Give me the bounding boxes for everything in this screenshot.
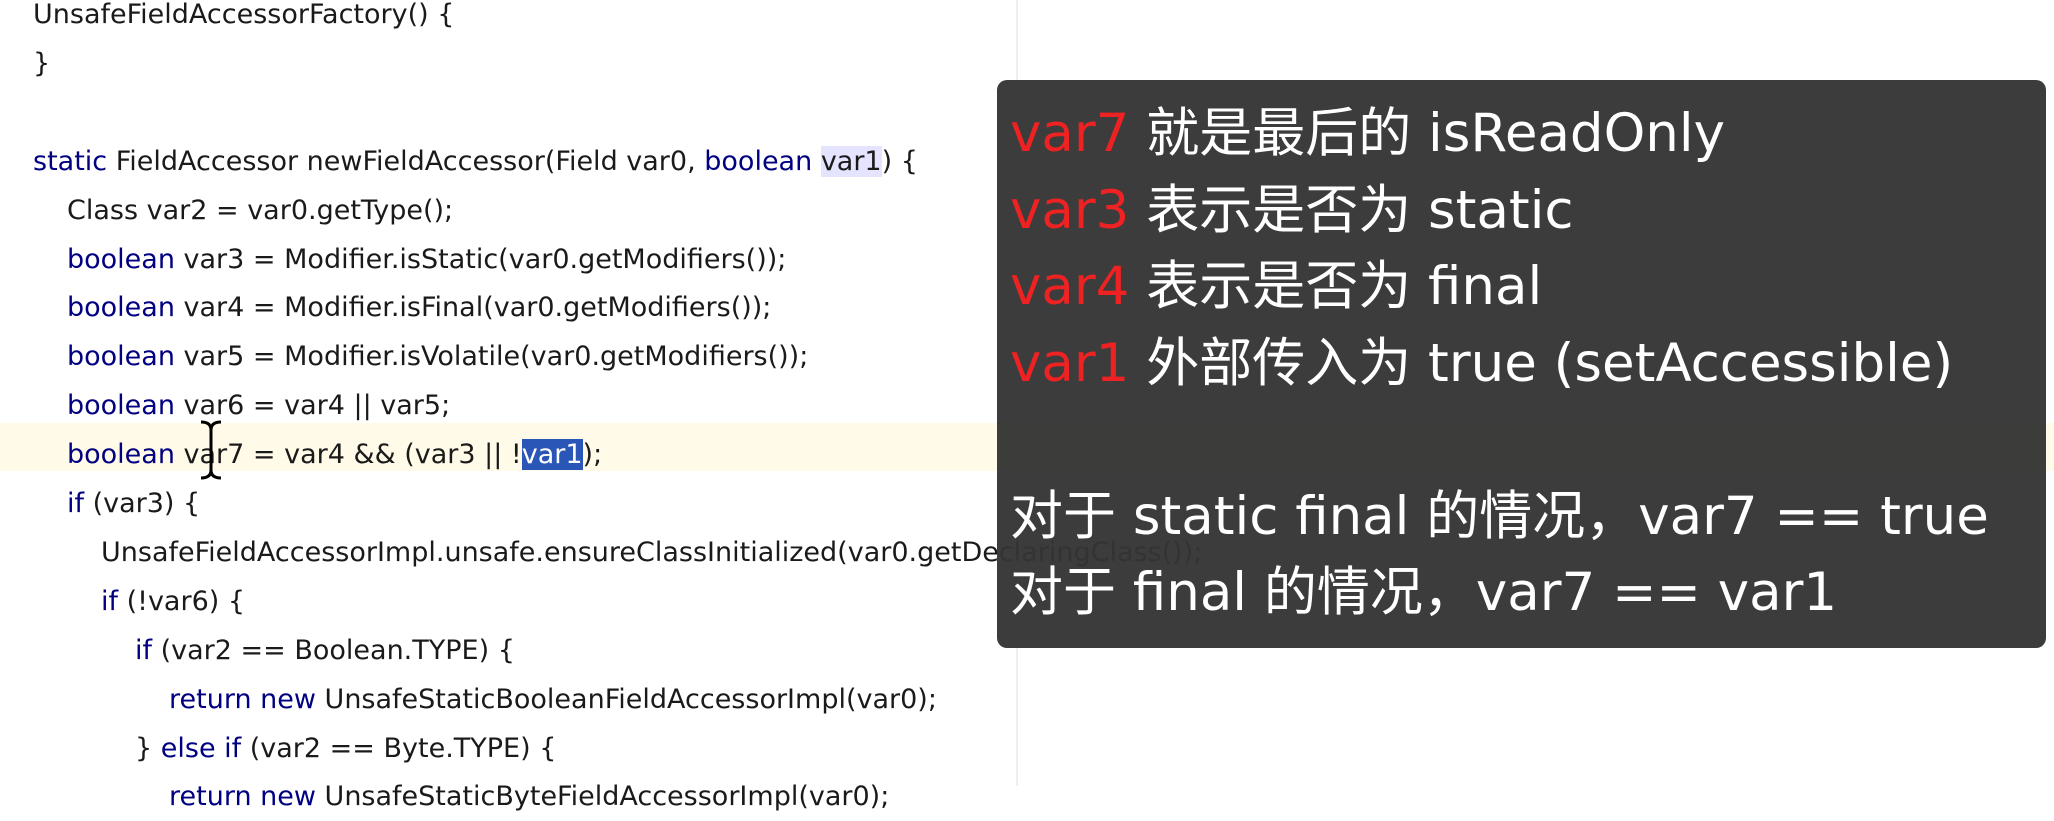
code-line: if (var3) {: [67, 480, 200, 528]
code-token: }: [135, 732, 161, 764]
code-line: boolean var3 = Modifier.isStatic(var0.ge…: [67, 236, 786, 284]
keyword-token: boolean: [67, 292, 175, 324]
code-token: UnsafeFieldAccessorFactory() {: [33, 0, 455, 30]
code-line: boolean var7 = var4 && (var3 || !var1);: [67, 431, 602, 479]
code-line: return new UnsafeStaticBooleanFieldAcces…: [169, 676, 937, 724]
annotation-line: var7 就是最后的 isReadOnly: [1010, 97, 1725, 171]
code-line: }: [33, 40, 50, 88]
keyword-token: if: [101, 585, 119, 617]
code-token: (var2 == Boolean.TYPE) {: [152, 634, 515, 666]
keyword-token: if: [224, 732, 242, 764]
code-token: var7 = var4 && (var3 || !: [174, 439, 522, 471]
annotation-line: var1 外部传入为 true (setAccessible): [1010, 327, 1953, 401]
code-line: } else if (var2 == Byte.TYPE) {: [135, 725, 556, 773]
annotation-text: 对于 final 的情况，var7 == var1: [1010, 562, 1838, 623]
keyword-token: if: [135, 634, 153, 666]
keyword-token: new: [260, 781, 316, 813]
annotation-text: 外部传入为 true (setAccessible): [1129, 332, 1954, 394]
annotation-text: 表示是否为 static: [1129, 179, 1574, 241]
annotation-line: var4 表示是否为 final: [1010, 250, 1542, 324]
annotation-text: 对于 static final 的情况，var7 == true: [1010, 485, 1989, 547]
keyword-token: boolean: [704, 145, 813, 177]
code-token: );: [582, 439, 603, 471]
code-line: boolean var4 = Modifier.isFinal(var0.get…: [67, 284, 771, 332]
code-token: Class var2 = var0.getType();: [67, 194, 454, 226]
code-token: (var2 == Byte.TYPE) {: [241, 732, 557, 764]
keyword-token: new: [260, 683, 316, 715]
code-token: var3 = Modifier.isStatic(var0.getModifie…: [174, 243, 787, 275]
code-token: var4 = Modifier.isFinal(var0.getModifier…: [174, 292, 772, 324]
annotation-variable: var4: [1010, 256, 1130, 317]
keyword-token: static: [33, 145, 108, 177]
selected-token: var1: [521, 439, 583, 471]
annotation-variable: var7: [1010, 103, 1130, 164]
code-token: (var3) {: [84, 488, 201, 519]
highlighted-token: var1: [820, 145, 882, 177]
text-ibeam-cursor-icon: [200, 420, 222, 480]
keyword-token: boolean: [67, 341, 175, 373]
keyword-token: return: [169, 683, 252, 715]
keyword-token: if: [67, 488, 85, 519]
annotation-text: 就是最后的 isReadOnly: [1129, 103, 1725, 164]
keyword-token: else: [160, 732, 216, 764]
code-token: UnsafeStaticBooleanFieldAccessorImpl(var…: [315, 683, 937, 715]
code-line: if (!var6) {: [101, 578, 245, 626]
annotation-line: 对于 static final 的情况，var7 == true: [1010, 480, 1989, 554]
keyword-token: boolean: [67, 439, 175, 471]
code-token: UnsafeStaticByteFieldAccessorImpl(var0);: [315, 781, 890, 813]
annotation-line: 对于 final 的情况，var7 == var1: [1010, 556, 1837, 630]
code-line: Class var2 = var0.getType();: [67, 187, 453, 235]
code-token: var6 = var4 || var5;: [174, 390, 451, 422]
code-token: (!var6) {: [118, 585, 246, 617]
code-token: FieldAccessor newFieldAccessor(Field var…: [107, 145, 705, 177]
annotation-text: 表示是否为 final: [1129, 256, 1543, 317]
keyword-token: boolean: [67, 390, 175, 422]
code-line: static FieldAccessor newFieldAccessor(Fi…: [33, 138, 918, 186]
code-line: UnsafeFieldAccessorFactory() {: [33, 0, 454, 39]
annotation-overlay-panel: var7 就是最后的 isReadOnly var3 表示是否为 static va…: [997, 80, 2046, 648]
code-line: boolean var5 = Modifier.isVolatile(var0.…: [67, 333, 808, 381]
code-line: if (var2 == Boolean.TYPE) {: [135, 627, 515, 675]
annotation-variable: var1: [1010, 332, 1130, 394]
code-token: ) {: [881, 145, 918, 177]
code-line: return new UnsafeStaticByteFieldAccessor…: [169, 773, 889, 821]
annotation-line: var3 表示是否为 static: [1010, 174, 1574, 248]
keyword-token: boolean: [67, 243, 175, 275]
code-token: var5 = Modifier.isVolatile(var0.getModif…: [174, 341, 809, 373]
annotation-variable: var3: [1010, 179, 1130, 241]
keyword-token: return: [169, 781, 252, 813]
code-line: boolean var6 = var4 || var5;: [67, 382, 450, 430]
code-token: }: [33, 47, 51, 79]
